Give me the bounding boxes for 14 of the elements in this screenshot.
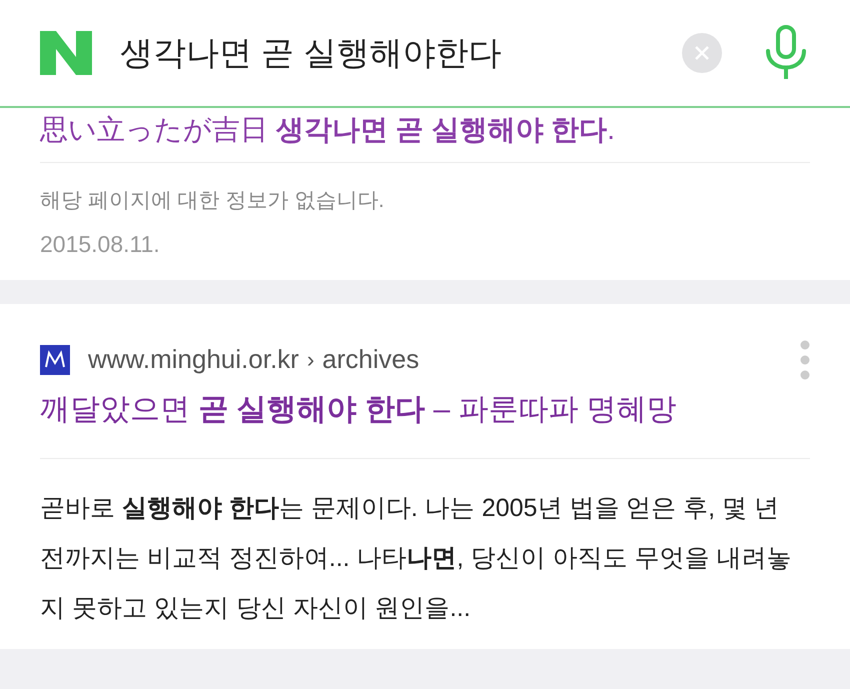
more-options-icon[interactable] (800, 340, 810, 380)
result-title-link[interactable]: 思い立ったが吉日 생각나면 곧 실행해야 한다. (40, 114, 615, 145)
site-favicon-icon (40, 344, 70, 374)
result-title-link[interactable]: 깨달았으면 곧 실행해야 한다 – 파룬따파 명혜망 (40, 392, 677, 426)
result-snippet: 해당 페이지에 대한 정보가 없습니다. (40, 188, 386, 214)
site-path[interactable]: archives (322, 340, 800, 379)
clear-button[interactable] (682, 33, 722, 73)
result-snippet: 곧바로 실행해야 한다는 문제이다. 나는 2005년 법을 얻은 후, 몇 년 전까지는 비교적 정진하여... 나타나면, 당신이 아직도 무엇을 내려놓지 못하고 있는지 당신 자신이 원인을... (40, 492, 792, 624)
site-url[interactable]: www.minghui.or.kr (88, 340, 299, 379)
search-query[interactable]: 생각나면 곧 실행해야한다 (120, 28, 682, 78)
close-icon (694, 45, 710, 61)
logo-icon[interactable] (40, 31, 92, 75)
breadcrumb-separator: › (306, 346, 314, 374)
result-date: 2015.08.11. (40, 231, 160, 257)
